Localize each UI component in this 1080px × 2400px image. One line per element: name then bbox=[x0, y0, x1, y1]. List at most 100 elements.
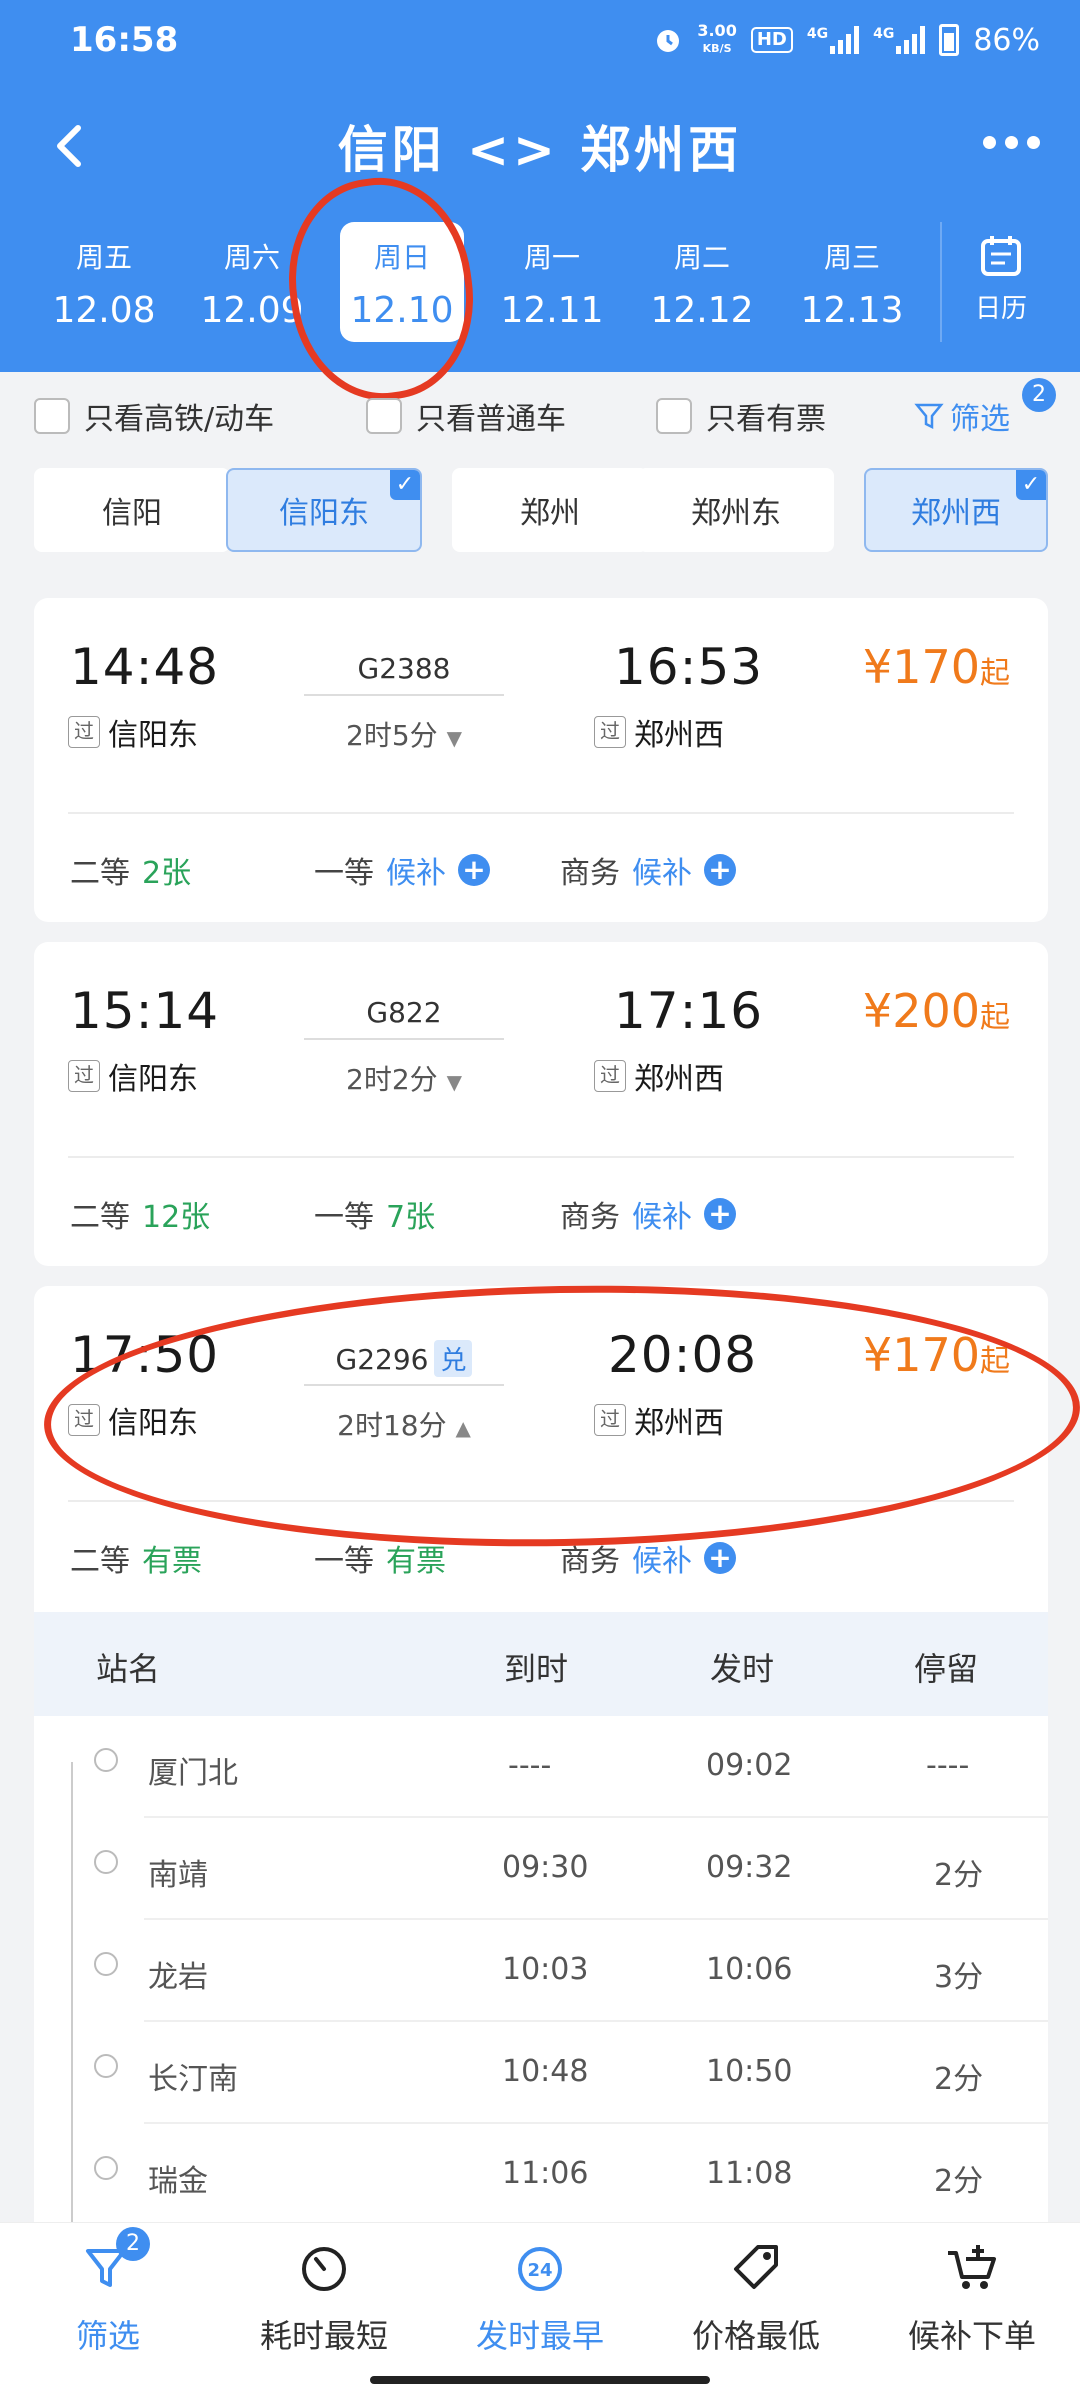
checkbox-label: 只看有票 bbox=[706, 402, 826, 437]
route-line bbox=[304, 694, 504, 696]
stop-dot-icon bbox=[94, 2054, 118, 2078]
tab-label: 耗时最短 bbox=[259, 2317, 388, 2355]
stop-dot-icon bbox=[94, 1952, 118, 1976]
duration[interactable]: 2时5分 ▼ bbox=[304, 714, 504, 754]
train-card[interactable]: 15:14 G822 17:16 ¥200起 过信阳东 2时2分 ▼ 过郑州西 … bbox=[34, 942, 1048, 1266]
stop-row: 厦门北 ---- 09:02 ---- bbox=[34, 1716, 1048, 1818]
price-suffix: 起 bbox=[980, 656, 1010, 691]
seat-status: 候补 bbox=[386, 856, 446, 891]
stop-name: 长汀南 bbox=[148, 2062, 238, 2097]
date-value: 12.13 bbox=[800, 290, 904, 331]
price: ¥170起 bbox=[863, 1328, 1010, 1382]
date-dow: 周三 bbox=[823, 241, 880, 274]
signal-icon-2: 4G bbox=[873, 26, 926, 54]
price-suffix: 起 bbox=[980, 1344, 1010, 1379]
duration[interactable]: 2时2分 ▼ bbox=[304, 1058, 504, 1098]
caret-down-icon: ▼ bbox=[446, 1070, 462, 1094]
status-icons: 3.00 KB/S HD 4G 4G 86% bbox=[653, 23, 1040, 58]
train-card-expanded[interactable]: 17:50 G2296 兑 20:08 ¥170起 过信阳东 2时18分 ▲ 过郑… bbox=[34, 1286, 1048, 1616]
tab-waitlist-order[interactable]: 候补下单 bbox=[864, 2239, 1080, 2357]
nav-bar: 信阳 <> 郑州西 bbox=[0, 100, 1080, 192]
tab-shortest[interactable]: 耗时最短 bbox=[216, 2239, 432, 2357]
station-chip-selected[interactable]: 信阳东 ✓ bbox=[226, 468, 422, 552]
header: 16:58 3.00 KB/S HD 4G 4G 86% 信阳 <> 郑州西 周五… bbox=[0, 0, 1080, 412]
exchange-badge: 兑 bbox=[434, 1340, 473, 1377]
stop-depart: 09:02 bbox=[706, 1748, 793, 1783]
speed-unit: KB/S bbox=[702, 42, 732, 55]
checkbox-box bbox=[656, 398, 692, 434]
filter-button[interactable]: 筛选 bbox=[914, 394, 1010, 438]
pass-icon: 过 bbox=[594, 1404, 626, 1436]
tab-cheapest[interactable]: 价格最低 bbox=[648, 2239, 864, 2357]
tab-label: 筛选 bbox=[75, 2317, 140, 2355]
home-indicator[interactable] bbox=[370, 2376, 710, 2384]
status-bar: 16:58 3.00 KB/S HD 4G 4G 86% bbox=[0, 0, 1080, 80]
tab-filter[interactable]: 筛选 bbox=[0, 2239, 216, 2357]
more-dots-icon[interactable] bbox=[983, 136, 1040, 149]
date-item-selected[interactable]: 周日 12.10 bbox=[340, 222, 464, 342]
seat-class-name: 一等 bbox=[314, 856, 374, 891]
seat-status: 有票 bbox=[142, 1544, 202, 1579]
card-divider bbox=[68, 1156, 1014, 1158]
seat-class[interactable]: 一等 候补 + bbox=[314, 848, 490, 892]
seat-class-name: 商务 bbox=[560, 1200, 620, 1235]
stop-stay: 3分 bbox=[934, 1960, 984, 1995]
date-item[interactable]: 周五 12.08 bbox=[42, 222, 166, 342]
header-depart: 发时 bbox=[710, 1650, 775, 1688]
seat-class-name: 二等 bbox=[70, 856, 130, 891]
filter-count-badge: 2 bbox=[1022, 378, 1056, 412]
youpiao-checkbox[interactable]: 只看有票 bbox=[656, 394, 826, 438]
seat-class: 二等 12张 bbox=[70, 1192, 210, 1236]
checkbox-box bbox=[34, 398, 70, 434]
seat-class[interactable]: 商务 候补 + bbox=[560, 848, 736, 892]
depart-time: 17:50 bbox=[70, 1326, 220, 1384]
tab-earliest[interactable]: 24 发时最早 bbox=[432, 2239, 648, 2357]
header-stay: 停留 bbox=[914, 1650, 979, 1688]
train-card[interactable]: 14:48 G2388 16:53 ¥170起 过信阳东 2时5分 ▼ 过郑州西… bbox=[34, 598, 1048, 922]
to-station-name: 郑州西 bbox=[634, 1406, 724, 1441]
price-suffix: 起 bbox=[980, 1000, 1010, 1035]
date-item[interactable]: 周一 12.11 bbox=[490, 222, 614, 342]
seat-class[interactable]: 商务 候补 + bbox=[560, 1536, 736, 1580]
calendar-button[interactable]: 日历 bbox=[940, 222, 1060, 342]
station-chip[interactable]: 郑州东 bbox=[638, 468, 834, 552]
arrive-time: 16:53 bbox=[614, 638, 764, 696]
stop-dot-icon bbox=[94, 2156, 118, 2180]
plus-icon: + bbox=[704, 1542, 736, 1574]
chevron-left-icon[interactable] bbox=[44, 120, 96, 172]
date-value: 12.12 bbox=[650, 290, 754, 331]
route-title: 信阳 <> 郑州西 bbox=[337, 121, 743, 179]
station-chip[interactable]: 郑州 bbox=[452, 468, 648, 552]
filter-icon bbox=[0, 2239, 216, 2311]
header-station: 站名 bbox=[96, 1650, 161, 1688]
depart-time: 14:48 bbox=[70, 638, 220, 696]
station-chip[interactable]: 信阳 bbox=[34, 468, 230, 552]
date-item[interactable]: 周三 12.13 bbox=[790, 222, 914, 342]
signal-icon: 4G bbox=[807, 26, 860, 54]
date-value: 12.10 bbox=[350, 290, 454, 331]
pass-icon: 过 bbox=[68, 716, 100, 748]
date-item[interactable]: 周二 12.12 bbox=[640, 222, 764, 342]
station-name: 郑州东 bbox=[691, 496, 781, 531]
putong-checkbox[interactable]: 只看普通车 bbox=[366, 394, 566, 438]
station-chips: 信阳 信阳东 ✓ 郑州 郑州东 郑州西 ✓ bbox=[34, 468, 1048, 552]
train-code: G2296 兑 bbox=[304, 1340, 504, 1377]
stop-arrive: 11:06 bbox=[502, 2156, 589, 2191]
price-tag-icon bbox=[648, 2239, 864, 2311]
seat-class[interactable]: 商务 候补 + bbox=[560, 1192, 736, 1236]
train-code: G2388 bbox=[357, 652, 451, 685]
pass-icon: 过 bbox=[68, 1060, 100, 1092]
station-chip-selected[interactable]: 郑州西 ✓ bbox=[864, 468, 1048, 552]
stop-row: 南靖 09:30 09:32 2分 bbox=[34, 1818, 1048, 1920]
duration[interactable]: 2时18分 ▲ bbox=[304, 1404, 504, 1444]
seat-class-name: 二等 bbox=[70, 1544, 130, 1579]
gaotie-checkbox[interactable]: 只看高铁/动车 bbox=[34, 394, 274, 438]
route-line bbox=[304, 1384, 504, 1386]
date-item[interactable]: 周六 12.09 bbox=[190, 222, 314, 342]
price: ¥170起 bbox=[863, 640, 1010, 694]
seat-class: 二等 有票 bbox=[70, 1536, 202, 1580]
station-name: 郑州 bbox=[520, 496, 580, 531]
date-selector: 周五 12.08 周六 12.09 周日 12.10 周一 12.11 周二 1… bbox=[0, 222, 1080, 354]
from-station-name: 信阳东 bbox=[108, 718, 198, 753]
plus-icon: + bbox=[704, 1198, 736, 1230]
